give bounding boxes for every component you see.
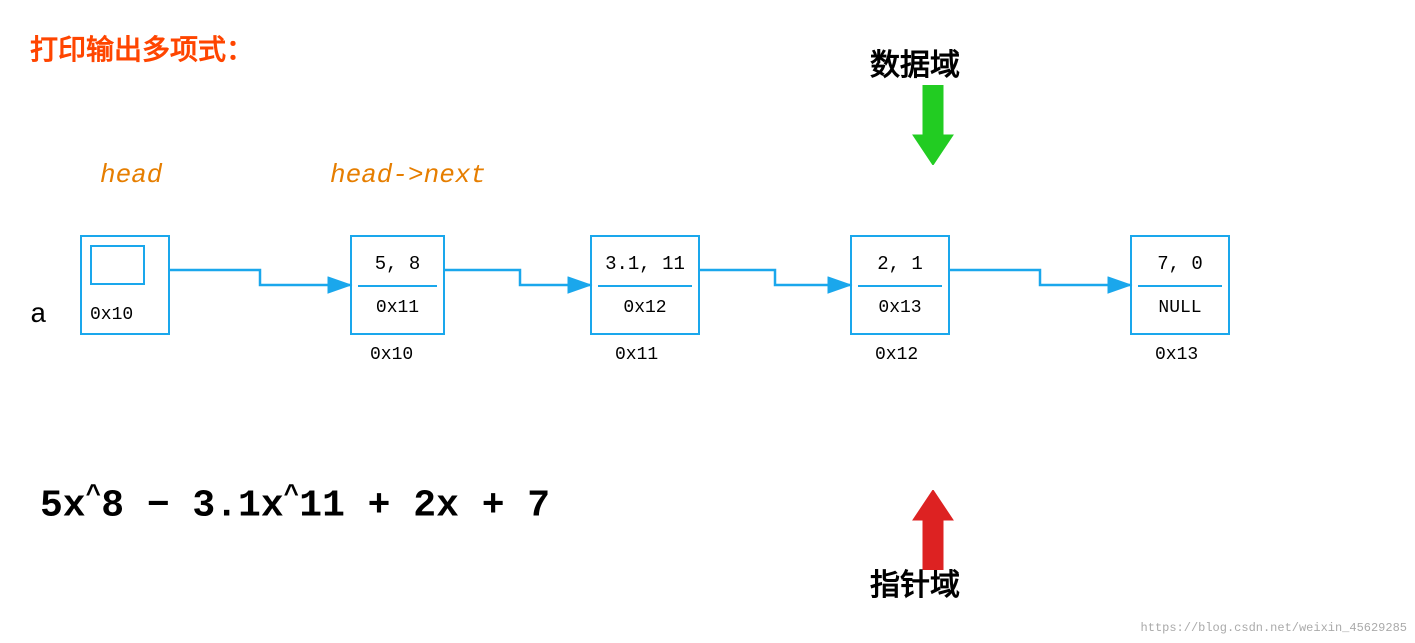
addr-node1: 0x10 — [370, 345, 413, 365]
node-3-ptr: 0x13 — [858, 289, 942, 327]
main-container: 打印输出多项式： head head->next 数据域 指针域 a 0x10 — [0, 0, 1415, 643]
label-data-domain: 数据域 — [870, 40, 960, 84]
formula: 5x^8 − 3.1x^11 + 2x + 7 — [40, 480, 550, 528]
label-head: head — [100, 160, 162, 190]
label-a: a — [30, 300, 47, 331]
node-1-ptr: 0x11 — [358, 289, 437, 327]
node-head-inner — [90, 245, 145, 285]
page-title: 打印输出多项式： — [30, 28, 254, 68]
addr-node4: 0x13 — [1155, 345, 1198, 365]
label-head-next: head->next — [330, 160, 486, 190]
node-4-data: 7, 0 — [1138, 243, 1222, 287]
node-2-ptr: 0x12 — [598, 289, 692, 327]
node-4-ptr: NULL — [1138, 289, 1222, 327]
node-2-data: 3.1, 11 — [598, 243, 692, 287]
addr-node2: 0x11 — [615, 345, 658, 365]
node-head: 0x10 — [80, 235, 170, 335]
node-2: 3.1, 11 0x12 — [590, 235, 700, 335]
node-3: 2, 1 0x13 — [850, 235, 950, 335]
node-4: 7, 0 NULL — [1130, 235, 1230, 335]
ptr-domain-arrow — [908, 490, 958, 575]
watermark: https://blog.csdn.net/weixin_45629285 — [1141, 621, 1407, 635]
data-domain-arrow — [908, 85, 958, 170]
node-head-addr: 0x10 — [90, 305, 133, 325]
addr-node3: 0x12 — [875, 345, 918, 365]
node-1-data: 5, 8 — [358, 243, 437, 287]
node-1: 5, 8 0x11 — [350, 235, 445, 335]
node-3-data: 2, 1 — [858, 243, 942, 287]
